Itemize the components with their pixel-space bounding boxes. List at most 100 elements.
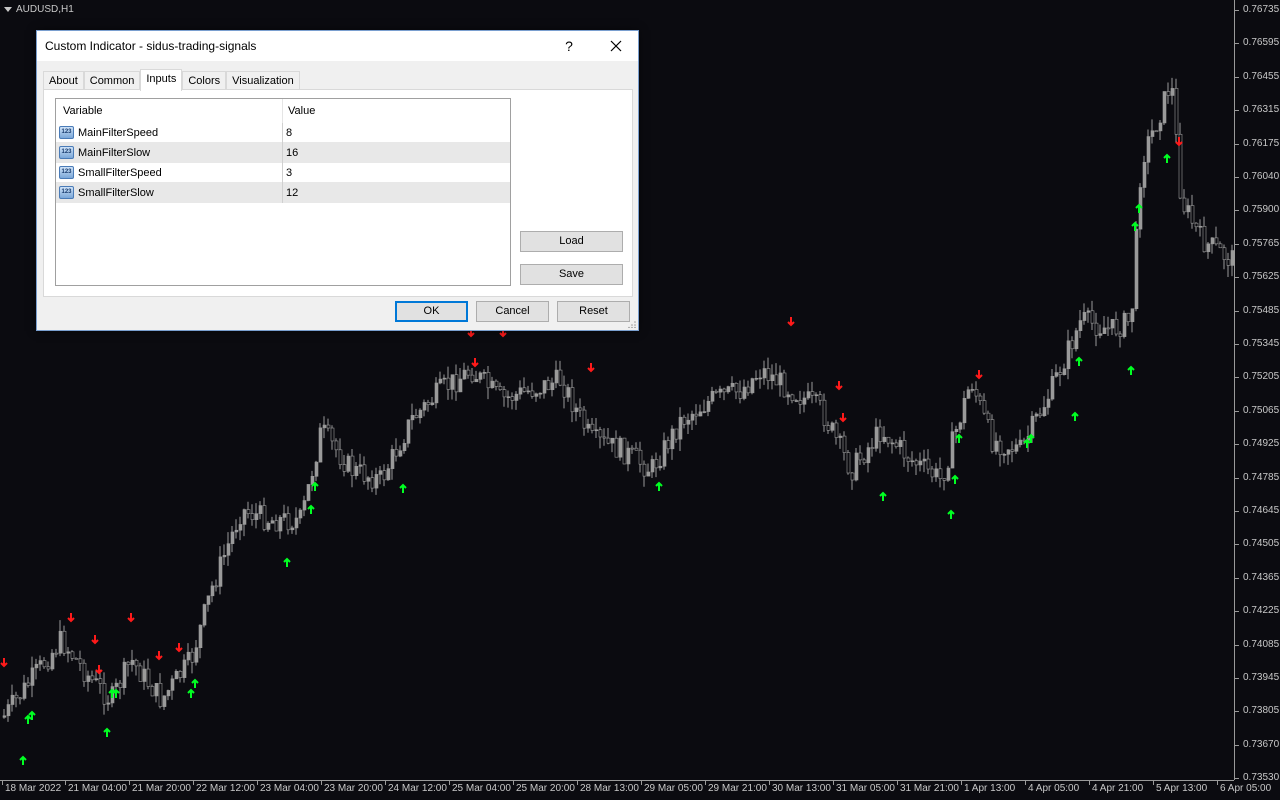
column-header-variable[interactable]: Variable [63, 105, 103, 117]
candle-body [730, 382, 735, 387]
buy-arrow-icon [19, 755, 27, 765]
sell-arrow-icon [975, 370, 983, 380]
candle-body [606, 437, 611, 444]
candle-body [18, 697, 23, 700]
candle-body [370, 477, 375, 489]
candle-body [58, 630, 63, 654]
price-tick-label: 0.76595 [1235, 37, 1280, 49]
candle-body [522, 387, 527, 392]
candle-body [1094, 322, 1099, 336]
tab-about[interactable]: About [43, 71, 84, 91]
candle-body [242, 509, 247, 525]
candle-body [534, 393, 539, 397]
price-tick-label: 0.74645 [1235, 505, 1280, 517]
candle-body [166, 690, 171, 697]
time-axis[interactable]: 18 Mar 2022 21 Mar 04:00 21 Mar 20:00 22 Ma… [0, 780, 1271, 800]
candle-body [802, 397, 807, 405]
candle-body [694, 413, 699, 417]
variable-value[interactable]: 16 [286, 147, 298, 159]
candle-body [1030, 415, 1035, 437]
candle-body [662, 440, 667, 467]
close-button[interactable] [603, 35, 629, 57]
candle-body [1182, 197, 1187, 213]
candle-body [186, 651, 191, 661]
candle-body [1210, 237, 1215, 245]
candle-body [1122, 312, 1127, 337]
candle-body [182, 659, 187, 678]
candle-body [306, 484, 311, 501]
candle-body [270, 520, 275, 524]
candle-body [766, 368, 771, 382]
chart-symbol-label[interactable]: AUDUSD,H1 [4, 4, 74, 15]
candle-body [214, 585, 219, 588]
help-button[interactable]: ? [557, 35, 581, 57]
table-row[interactable]: 123 MainFilterSlow 16 [56, 143, 510, 163]
candle-body [1218, 243, 1223, 249]
integer-type-icon: 123 [59, 146, 74, 159]
candle-body [454, 374, 459, 393]
candle-body [810, 391, 815, 396]
candle-body [42, 660, 47, 668]
candle-body [922, 458, 927, 462]
candle-body [674, 428, 679, 440]
buy-arrow-icon [1023, 438, 1031, 448]
table-row[interactable]: 123 MainFilterSpeed 8 [56, 123, 510, 143]
candle-body [846, 452, 851, 474]
candle-body [670, 428, 675, 450]
candle-body [1110, 318, 1115, 329]
candle-body [686, 419, 691, 425]
price-tick-label: 0.74505 [1235, 538, 1280, 550]
candle-body [950, 431, 955, 469]
table-row[interactable]: 123 SmallFilterSpeed 3 [56, 163, 510, 183]
variable-value[interactable]: 3 [286, 167, 292, 179]
buy-arrow-icon [951, 474, 959, 484]
buy-arrow-icon [955, 433, 963, 443]
candle-body [934, 468, 939, 478]
candle-body [890, 442, 895, 445]
candle-body [1006, 449, 1011, 455]
sell-arrow-icon [155, 651, 163, 661]
candle-body [1062, 368, 1067, 375]
tab-common[interactable]: Common [83, 71, 141, 91]
candle-body [638, 449, 643, 465]
candle-body [230, 531, 235, 544]
candle-body [954, 428, 959, 432]
candle-body [1090, 310, 1095, 324]
ok-button[interactable]: OK [395, 301, 468, 322]
candle-body [1150, 130, 1155, 137]
candle-body [854, 452, 859, 481]
save-button[interactable]: Save [520, 264, 623, 285]
tab-inputs[interactable]: Inputs [140, 69, 183, 91]
sell-arrow-icon [839, 413, 847, 423]
candle-body [770, 374, 775, 382]
tab-colors[interactable]: Colors [182, 71, 227, 91]
reset-button[interactable]: Reset [557, 301, 630, 322]
candle-body [322, 424, 327, 429]
candle-body [774, 374, 779, 386]
price-axis[interactable]: 0.76735 0.76595 0.76455 0.76315 0.76175 0.760… [1234, 0, 1280, 783]
cancel-button[interactable]: Cancel [476, 301, 549, 322]
candle-body [146, 668, 151, 687]
candle-body [806, 391, 811, 399]
candle-body [1154, 130, 1159, 133]
resize-grip-icon[interactable] [628, 320, 636, 328]
buy-arrow-icon [1075, 356, 1083, 366]
candle-body [350, 455, 355, 477]
candle-body [1074, 330, 1079, 350]
table-row[interactable]: 123 SmallFilterSlow 12 [56, 183, 510, 203]
candle-body [874, 426, 879, 449]
candle-body [1198, 225, 1203, 228]
column-header-value[interactable]: Value [288, 105, 315, 117]
candle-body [30, 667, 35, 686]
candle-body [254, 513, 259, 520]
candle-body [718, 388, 723, 393]
variable-value[interactable]: 12 [286, 187, 298, 199]
buy-arrow-icon [399, 483, 407, 493]
candle-body [866, 447, 871, 464]
variable-value[interactable]: 8 [286, 127, 292, 139]
dialog-titlebar[interactable]: Custom Indicator - sidus-trading-signals… [37, 31, 638, 61]
load-button[interactable]: Load [520, 231, 623, 252]
tab-visualization[interactable]: Visualization [226, 71, 300, 91]
candle-body [626, 447, 631, 465]
candle-body [298, 509, 303, 519]
